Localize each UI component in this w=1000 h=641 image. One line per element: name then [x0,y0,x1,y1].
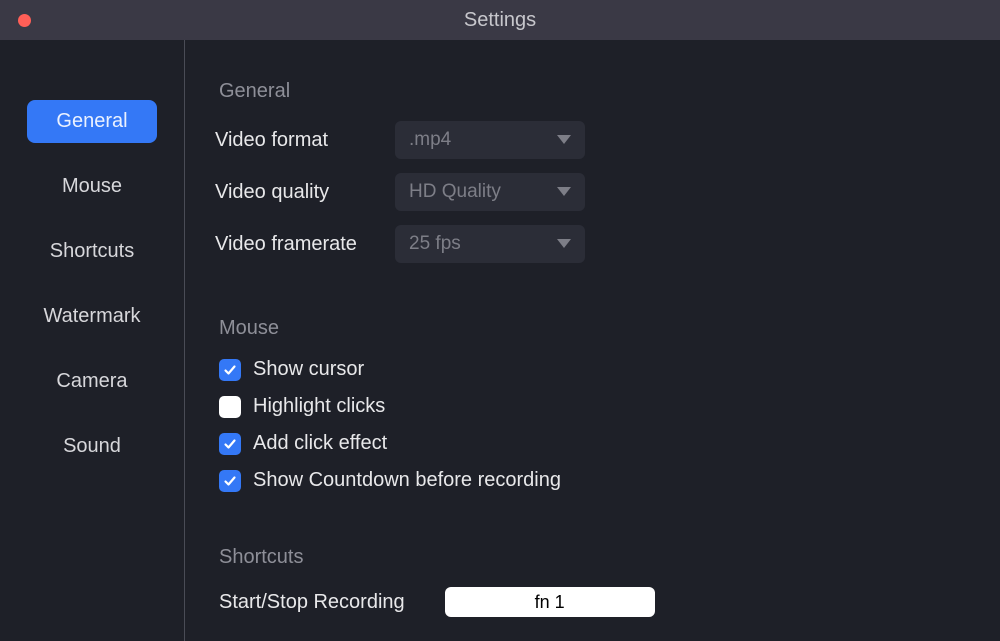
shortcut-value: fn 1 [535,592,565,613]
section-heading-mouse: Mouse [219,317,970,340]
select-value: HD Quality [409,181,501,203]
label-video-quality: Video quality [215,181,395,204]
label-show-countdown: Show Countdown before recording [253,469,561,492]
select-video-format[interactable]: .mp4 [395,121,585,159]
label-show-cursor: Show cursor [253,358,364,381]
label-add-click-effect: Add click effect [253,432,387,455]
shortcut-field-start-stop[interactable]: fn 1 [445,587,655,617]
row-video-quality: Video quality HD Quality [215,173,970,211]
sidebar-item-mouse[interactable]: Mouse [27,165,157,208]
section-heading-shortcuts: Shortcuts [219,546,970,569]
sidebar-item-label: General [56,110,127,132]
select-video-quality[interactable]: HD Quality [395,173,585,211]
checkbox-show-cursor[interactable] [219,359,241,381]
sidebar-item-label: Shortcuts [50,240,134,262]
sidebar-item-shortcuts[interactable]: Shortcuts [27,230,157,273]
label-video-format: Video format [215,129,395,152]
sidebar-item-general[interactable]: General [27,100,157,143]
select-value: 25 fps [409,233,461,255]
row-video-format: Video format .mp4 [215,121,970,159]
checkbox-show-countdown[interactable] [219,470,241,492]
sidebar: General Mouse Shortcuts Watermark Camera… [0,40,185,641]
checkbox-highlight-clicks[interactable] [219,396,241,418]
label-highlight-clicks: Highlight clicks [253,395,385,418]
row-show-countdown: Show Countdown before recording [215,469,970,492]
window-controls [0,14,31,27]
row-start-stop-recording: Start/Stop Recording fn 1 [215,587,970,617]
row-video-framerate: Video framerate 25 fps [215,225,970,263]
chevron-down-icon [557,135,571,145]
section-heading-general: General [219,80,970,103]
sidebar-item-label: Sound [63,435,121,457]
label-start-stop-recording: Start/Stop Recording [219,591,405,614]
sidebar-item-label: Camera [56,370,127,392]
select-value: .mp4 [409,129,451,151]
row-add-click-effect: Add click effect [215,432,970,455]
select-video-framerate[interactable]: 25 fps [395,225,585,263]
close-window-button[interactable] [18,14,31,27]
chevron-down-icon [557,187,571,197]
sidebar-item-camera[interactable]: Camera [27,360,157,403]
sidebar-item-label: Mouse [62,175,122,197]
titlebar: Settings [0,0,1000,40]
row-show-cursor: Show cursor [215,358,970,381]
sidebar-item-label: Watermark [43,305,140,327]
label-video-framerate: Video framerate [215,233,395,256]
row-highlight-clicks: Highlight clicks [215,395,970,418]
window-title: Settings [464,9,536,32]
chevron-down-icon [557,239,571,249]
sidebar-item-watermark[interactable]: Watermark [27,295,157,338]
content-pane: General Video format .mp4 Video quality … [185,40,1000,641]
checkbox-add-click-effect[interactable] [219,433,241,455]
sidebar-item-sound[interactable]: Sound [27,425,157,468]
